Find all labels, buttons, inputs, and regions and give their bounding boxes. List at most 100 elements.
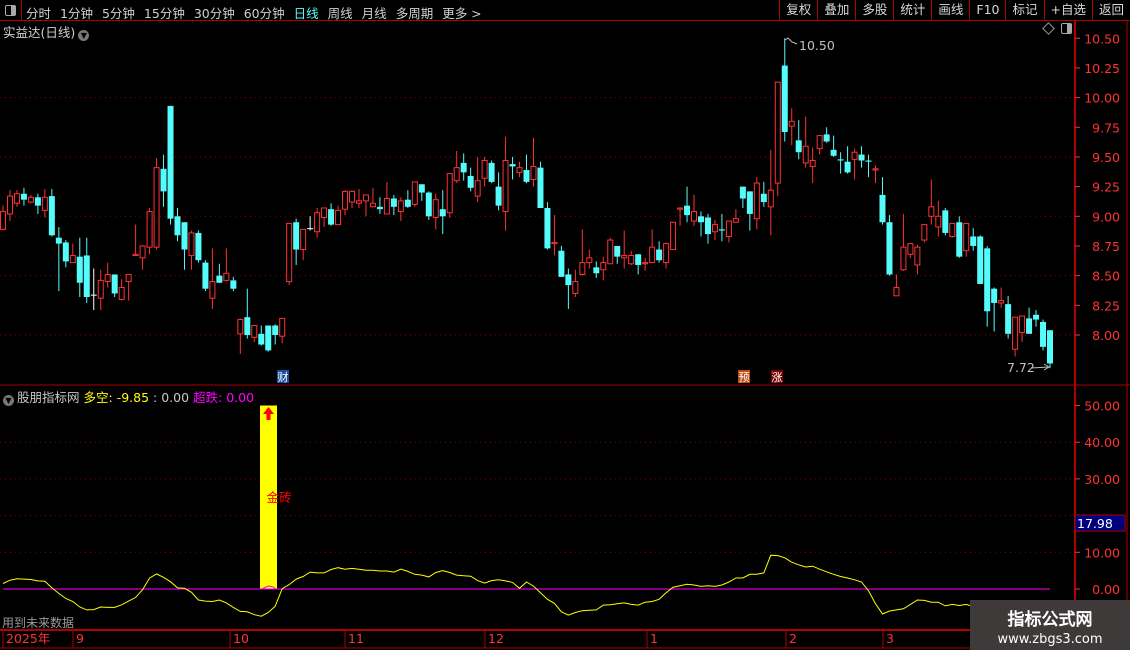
candle [265, 325, 272, 352]
candle [830, 135, 837, 157]
candle-body [1033, 314, 1040, 320]
candle-body [921, 224, 928, 241]
candle-body [153, 167, 160, 248]
candle-body [314, 212, 321, 233]
candle-body [432, 199, 439, 218]
candle [551, 215, 558, 256]
candle-body [362, 194, 369, 202]
candle-body [237, 319, 244, 335]
candle-body [635, 254, 642, 265]
event-marker-label: 财 [278, 370, 289, 384]
candle [767, 149, 774, 236]
candle [1012, 316, 1019, 357]
signal-label: 金砖 [266, 490, 291, 505]
candle [418, 184, 425, 201]
candle-body [146, 211, 153, 248]
candle-body [488, 162, 495, 182]
candle-body [823, 134, 830, 142]
candle [607, 237, 614, 265]
candle [970, 228, 977, 251]
candle [446, 173, 453, 218]
candle [495, 172, 502, 211]
candle-body [516, 167, 523, 173]
candle [516, 161, 523, 178]
kline-chart[interactable]: 10.5010.2510.009.759.509.259.008.758.508… [0, 0, 1130, 650]
candle-body [942, 210, 949, 233]
candle-body [774, 81, 781, 184]
candle-body [579, 262, 586, 275]
candle-body [453, 167, 460, 182]
candle [453, 151, 460, 184]
watermark-url: www.zbgs3.com [997, 632, 1103, 647]
candle-body [0, 211, 6, 230]
candle-body [956, 222, 963, 257]
candle [488, 160, 495, 184]
candle [795, 120, 802, 160]
candle [258, 325, 265, 346]
candle-body [628, 254, 635, 265]
candle [684, 186, 691, 223]
candle-body [907, 243, 914, 255]
candle [216, 263, 223, 283]
candle [621, 230, 628, 269]
candle-body [851, 151, 858, 160]
candle [195, 230, 202, 263]
high-price-label: 10.50 [799, 38, 835, 53]
candle-body [355, 200, 362, 204]
candle [321, 207, 328, 227]
candle-body [865, 160, 872, 162]
candle [816, 135, 823, 155]
candle-body [34, 197, 41, 206]
candle [753, 177, 760, 230]
candle [97, 269, 104, 311]
price-tick-label: 9.00 [1092, 209, 1120, 224]
candle-body [97, 279, 104, 299]
candle [1026, 307, 1033, 334]
candle-body [767, 189, 774, 208]
candle [900, 213, 907, 271]
candle-body [321, 207, 328, 218]
candle [244, 288, 251, 339]
candle-body [467, 175, 474, 188]
candle-body [328, 209, 335, 225]
candle [272, 324, 279, 345]
candle [670, 221, 677, 251]
candle [649, 229, 656, 264]
candle [62, 240, 69, 268]
candle-body [1040, 321, 1047, 347]
candle [691, 194, 698, 226]
candle-body [886, 222, 893, 275]
candle-body [495, 186, 502, 206]
candle [104, 262, 111, 288]
candle [153, 158, 160, 250]
candle-body [544, 207, 551, 249]
indicator-name[interactable]: 股朋指标网 [17, 390, 80, 405]
candle-body [202, 262, 209, 289]
candle [1019, 315, 1026, 343]
candle [376, 197, 383, 214]
date-label: 12 [488, 631, 504, 646]
candle [760, 181, 767, 207]
candle-body [509, 164, 516, 167]
candle [537, 161, 544, 208]
candle [349, 190, 355, 208]
candle [858, 146, 865, 168]
candle [635, 254, 642, 275]
candle-body [41, 196, 48, 211]
candle-body [970, 236, 977, 246]
duokong-line [2, 554, 1051, 621]
candle-body [76, 256, 83, 283]
candle-body [530, 165, 537, 181]
candle-body [593, 267, 600, 274]
candle-body [565, 274, 572, 286]
candle [223, 248, 230, 282]
candle-body [216, 275, 223, 283]
candle-body [998, 300, 1005, 304]
candle [788, 108, 795, 146]
chevron-down-icon[interactable]: ▼ [3, 395, 14, 406]
candle-body [718, 229, 725, 231]
candle [202, 260, 209, 292]
candle [872, 165, 879, 184]
high-marker-line [784, 37, 798, 45]
candle-body [397, 200, 404, 213]
